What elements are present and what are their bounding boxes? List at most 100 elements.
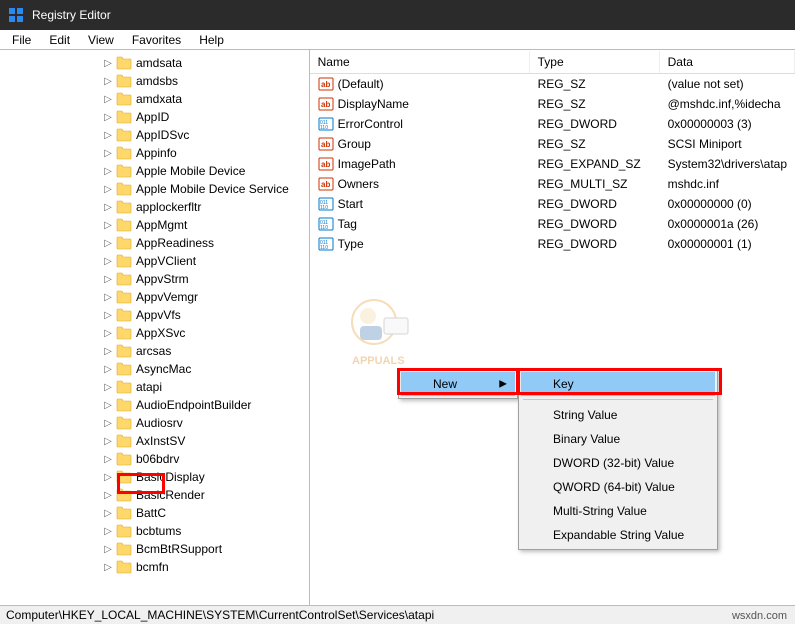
- value-row[interactable]: 011110ErrorControlREG_DWORD0x00000003 (3…: [310, 114, 795, 134]
- tree-item[interactable]: ▷Appinfo: [0, 144, 309, 162]
- expand-icon[interactable]: ▷: [102, 309, 114, 321]
- tree-item[interactable]: ▷bcbtums: [0, 522, 309, 540]
- expand-icon[interactable]: ▷: [102, 255, 114, 267]
- value-row[interactable]: 011110StartREG_DWORD0x00000000 (0): [310, 194, 795, 214]
- tree-item[interactable]: ▷AppVClient: [0, 252, 309, 270]
- value-row[interactable]: abDisplayNameREG_SZ@mshdc.inf,%idecha: [310, 94, 795, 114]
- expand-icon[interactable]: ▷: [102, 75, 114, 87]
- folder-icon: [116, 416, 132, 430]
- tree-item[interactable]: ▷BasicDisplay: [0, 468, 309, 486]
- expand-icon[interactable]: ▷: [102, 471, 114, 483]
- expand-icon[interactable]: ▷: [102, 345, 114, 357]
- tree-item[interactable]: ▷b06bdrv: [0, 450, 309, 468]
- column-name[interactable]: Name: [310, 51, 530, 73]
- tree-item-label: amdsbs: [136, 74, 178, 88]
- tree-pane[interactable]: ▷amdsata▷amdsbs▷amdxata▷AppID▷AppIDSvc▷A…: [0, 50, 310, 605]
- tree-item[interactable]: ▷AxInstSV: [0, 432, 309, 450]
- value-row[interactable]: 011110TypeREG_DWORD0x00000001 (1): [310, 234, 795, 254]
- expand-icon[interactable]: ▷: [102, 435, 114, 447]
- expand-icon[interactable]: ▷: [102, 507, 114, 519]
- value-row[interactable]: abGroupREG_SZSCSI Miniport: [310, 134, 795, 154]
- expand-icon[interactable]: ▷: [102, 129, 114, 141]
- menu-help[interactable]: Help: [191, 31, 232, 49]
- value-row[interactable]: 011110TagREG_DWORD0x0000001a (26): [310, 214, 795, 234]
- tree-item[interactable]: ▷amdsata: [0, 54, 309, 72]
- expand-icon[interactable]: ▷: [102, 525, 114, 537]
- value-row[interactable]: abImagePathREG_EXPAND_SZSystem32\drivers…: [310, 154, 795, 174]
- tree-item[interactable]: ▷ amdsbs: [0, 72, 309, 90]
- context-item-new[interactable]: New ▶: [401, 372, 515, 396]
- context-item-string-value[interactable]: String Value: [521, 403, 715, 427]
- tree-item[interactable]: ▷AppvStrm: [0, 270, 309, 288]
- tree-item[interactable]: ▷applockerfltr: [0, 198, 309, 216]
- column-data[interactable]: Data: [660, 51, 795, 73]
- value-data: SCSI Miniport: [660, 135, 795, 153]
- expand-icon[interactable]: ▷: [102, 165, 114, 177]
- status-path: Computer\HKEY_LOCAL_MACHINE\SYSTEM\Curre…: [6, 608, 434, 622]
- menu-view[interactable]: View: [80, 31, 122, 49]
- expand-icon[interactable]: ▷: [102, 327, 114, 339]
- svg-text:110: 110: [320, 245, 328, 251]
- expand-icon[interactable]: ▷: [102, 183, 114, 195]
- tree-item[interactable]: ▷arcsas: [0, 342, 309, 360]
- column-type[interactable]: Type: [530, 51, 660, 73]
- expand-icon[interactable]: ▷: [102, 273, 114, 285]
- expand-icon[interactable]: ▷: [102, 489, 114, 501]
- value-row[interactable]: abOwnersREG_MULTI_SZmshdc.inf: [310, 174, 795, 194]
- tree-item[interactable]: ▷AppIDSvc: [0, 126, 309, 144]
- tree-item[interactable]: ▷Apple Mobile Device Service: [0, 180, 309, 198]
- expand-icon[interactable]: ▷: [102, 201, 114, 213]
- tree-item[interactable]: ▷BcmBtRSupport: [0, 540, 309, 558]
- value-name: ErrorControl: [338, 117, 403, 131]
- expand-icon[interactable]: ▷: [102, 417, 114, 429]
- tree-item[interactable]: ▷AsyncMac: [0, 360, 309, 378]
- tree-item[interactable]: ▷bcmfn: [0, 558, 309, 576]
- menu-edit[interactable]: Edit: [41, 31, 78, 49]
- tree-item[interactable]: ▷AppMgmt: [0, 216, 309, 234]
- expand-icon[interactable]: ▷: [102, 453, 114, 465]
- expand-icon[interactable]: ▷: [102, 57, 114, 69]
- tree-item[interactable]: ▷ BasicRender: [0, 486, 309, 504]
- context-item-dword-32-bit-value[interactable]: DWORD (32-bit) Value: [521, 451, 715, 475]
- tree-item[interactable]: ▷AppXSvc: [0, 324, 309, 342]
- expand-icon[interactable]: ▷: [102, 543, 114, 555]
- tree-item[interactable]: ▷amdxata: [0, 90, 309, 108]
- tree-item[interactable]: ▷Apple Mobile Device: [0, 162, 309, 180]
- tree-item[interactable]: ▷BattC: [0, 504, 309, 522]
- tree-item-label: BasicRender: [136, 488, 205, 502]
- expand-icon[interactable]: ▷: [102, 399, 114, 411]
- folder-icon: [116, 308, 132, 322]
- context-item-multi-string-value[interactable]: Multi-String Value: [521, 499, 715, 523]
- folder-icon: [116, 236, 132, 250]
- values-header: Name Type Data: [310, 50, 795, 74]
- context-item-qword-64-bit-value[interactable]: QWORD (64-bit) Value: [521, 475, 715, 499]
- tree-item[interactable]: ▷AppvVemgr: [0, 288, 309, 306]
- regedit-icon: [8, 7, 24, 23]
- tree-item[interactable]: ▷AppID: [0, 108, 309, 126]
- tree-item[interactable]: ▷AudioEndpointBuilder: [0, 396, 309, 414]
- folder-icon: [116, 254, 132, 268]
- expand-icon[interactable]: ▷: [102, 363, 114, 375]
- tree-item[interactable]: ▷AppReadiness: [0, 234, 309, 252]
- context-item-key[interactable]: Key: [521, 372, 715, 396]
- expand-icon[interactable]: ▷: [102, 291, 114, 303]
- expand-icon[interactable]: ▷: [102, 381, 114, 393]
- context-menu-primary[interactable]: New ▶: [398, 369, 518, 399]
- tree-item[interactable]: ▷atapi: [0, 378, 309, 396]
- expand-icon[interactable]: ▷: [102, 147, 114, 159]
- folder-icon: [116, 452, 132, 466]
- menu-file[interactable]: File: [4, 31, 39, 49]
- context-item-binary-value[interactable]: Binary Value: [521, 427, 715, 451]
- menu-favorites[interactable]: Favorites: [124, 31, 189, 49]
- expand-icon[interactable]: ▷: [102, 237, 114, 249]
- value-data: 0x00000000 (0): [660, 195, 795, 213]
- value-row[interactable]: ab(Default)REG_SZ(value not set): [310, 74, 795, 94]
- expand-icon[interactable]: ▷: [102, 219, 114, 231]
- tree-item[interactable]: ▷AppvVfs: [0, 306, 309, 324]
- tree-item[interactable]: ▷Audiosrv: [0, 414, 309, 432]
- context-item-expandable-string-value[interactable]: Expandable String Value: [521, 523, 715, 547]
- expand-icon[interactable]: ▷: [102, 561, 114, 573]
- expand-icon[interactable]: ▷: [102, 93, 114, 105]
- expand-icon[interactable]: ▷: [102, 111, 114, 123]
- context-menu-new-submenu[interactable]: Key String ValueBinary ValueDWORD (32-bit…: [518, 369, 718, 550]
